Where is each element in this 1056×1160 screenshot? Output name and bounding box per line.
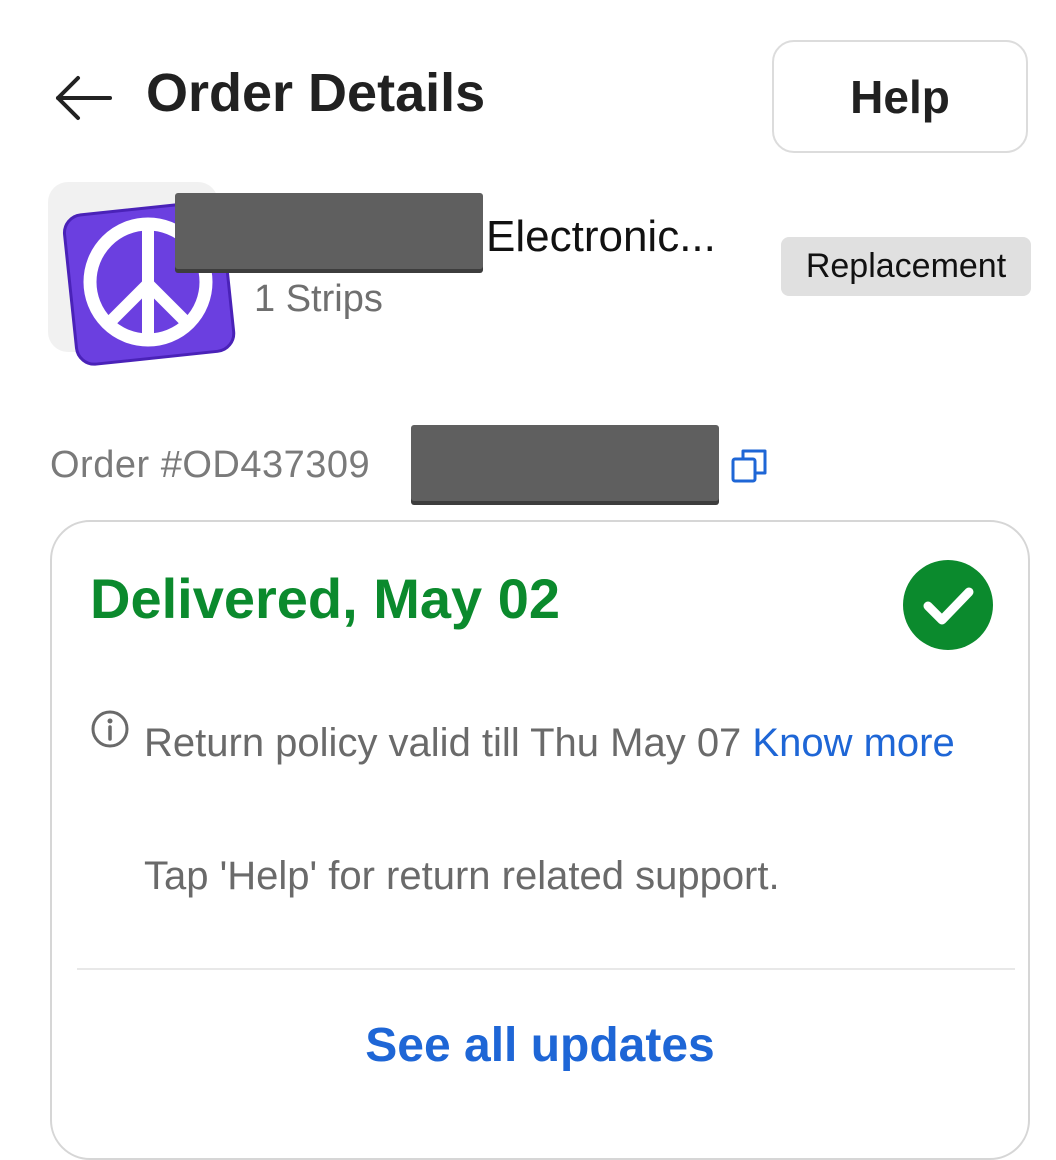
replacement-badge: Replacement	[781, 237, 1031, 296]
return-policy-label: Return policy valid till Thu May 07	[144, 721, 753, 765]
arrow-left-icon	[56, 76, 112, 120]
info-icon	[91, 710, 129, 748]
order-id: Order #OD437309	[50, 444, 371, 486]
help-hint-text: Tap 'Help' for return related support.	[144, 854, 780, 898]
page-title: Order Details	[146, 63, 486, 123]
product-quantity: 1 Strips	[254, 278, 383, 320]
see-all-updates-link[interactable]: See all updates	[52, 1018, 1028, 1073]
know-more-link[interactable]: Know more	[752, 721, 954, 765]
delivery-status: Delivered, May 02	[90, 567, 561, 630]
back-button[interactable]	[52, 70, 116, 126]
copy-icon	[731, 449, 767, 483]
app-header: Order Details Help	[0, 0, 1056, 180]
copy-order-id-button[interactable]	[730, 446, 770, 486]
redacted-order-id	[411, 425, 719, 501]
product-name: Electronic...	[486, 212, 716, 261]
help-button[interactable]: Help	[772, 40, 1028, 153]
product-summary[interactable]: Electronic... 1 Strips Replacement	[0, 180, 1056, 380]
check-circle-icon	[903, 560, 993, 650]
order-id-row: Order #OD437309	[0, 420, 1056, 510]
return-policy-text: Return policy valid till Thu May 07 Know…	[144, 702, 964, 784]
delivery-status-card: Delivered, May 02 Return policy valid ti…	[50, 520, 1030, 1160]
redacted-product-name	[175, 193, 483, 269]
card-divider	[77, 968, 1015, 970]
